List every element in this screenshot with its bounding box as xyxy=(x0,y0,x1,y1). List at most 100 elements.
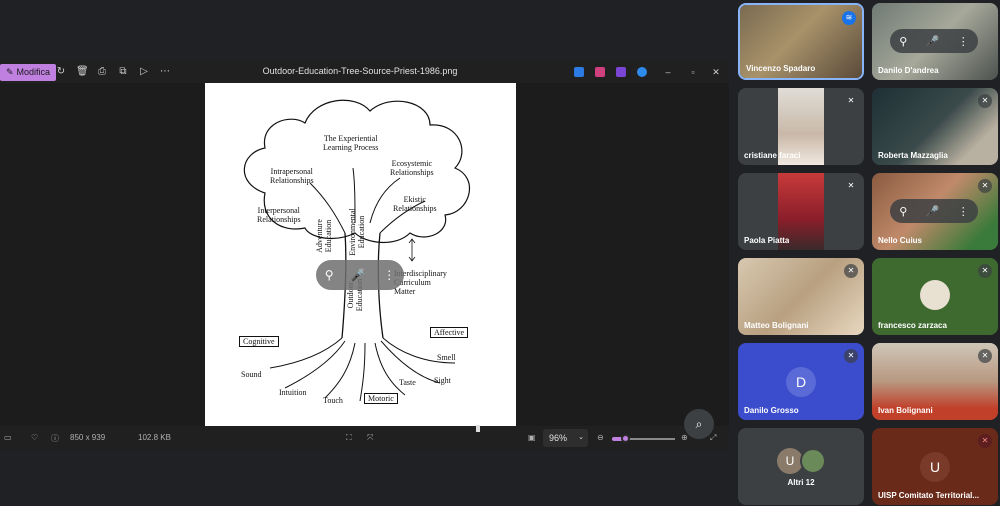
minimize-icon[interactable]: – xyxy=(661,65,675,79)
chevron-down-icon: ⌄ xyxy=(578,434,584,441)
rotate-icon[interactable]: ↻ xyxy=(55,66,67,78)
more-vert-icon[interactable]: ⋮ xyxy=(958,205,969,218)
participant-tile[interactable]: ⚲ 🎤 ⋮ ✕ Nello Cuius xyxy=(872,173,998,250)
participant-name: Danilo Grosso xyxy=(744,406,799,415)
file-name: Outdoor-Education-Tree-Source-Priest-198… xyxy=(262,66,458,76)
mic-off-icon: ✕ xyxy=(844,264,858,278)
info-icon[interactable]: ⓘ xyxy=(51,433,59,444)
label-sound: Sound xyxy=(241,370,262,379)
participant-name: Nello Cuius xyxy=(878,236,923,245)
participant-name: Matteo Bolignani xyxy=(744,321,809,330)
fit-icon[interactable]: ⛶ xyxy=(346,433,352,443)
participant-tile[interactable]: ✕ francesco zarzaca xyxy=(872,258,998,335)
mouse-cursor xyxy=(476,425,480,432)
label-cognitive: Cognitive xyxy=(239,336,279,347)
maximize-icon[interactable]: ▫ xyxy=(686,65,700,79)
zoom-level-value: 96% xyxy=(549,433,568,443)
pin-icon[interactable]: ⚲ xyxy=(899,205,907,218)
app-icon-3[interactable] xyxy=(616,67,626,77)
photo-viewer-window: ✎ Modifica ↻ 🗑 ⎙ ⧉ ▷ ⋯ Outdoor-Education… xyxy=(0,61,729,450)
pin-icon[interactable]: ⚲ xyxy=(899,35,907,48)
mic-off-icon[interactable]: 🎤 xyxy=(926,205,940,218)
slideshow-icon[interactable]: ▷ xyxy=(138,66,150,78)
file-size: 102.8 KB xyxy=(138,433,171,442)
pin-icon[interactable]: ⚲ xyxy=(325,268,334,282)
mic-off-icon: ✕ xyxy=(978,94,992,108)
zoom-out-icon[interactable]: ⊖ xyxy=(597,433,604,442)
participant-tile[interactable]: U ✕ UISP Comitato Territorial... xyxy=(872,428,998,505)
mic-icon[interactable]: 🎤 xyxy=(926,35,940,48)
label-smell: Smell xyxy=(437,353,456,362)
magnifier-icon[interactable]: ⌕ xyxy=(684,409,714,439)
participant-tile[interactable]: ✕ Roberta Mazzaglia xyxy=(872,88,998,165)
label-ecosystemic: Ecosystemic Relationships xyxy=(390,159,434,177)
participant-name: cristiane faraci xyxy=(744,151,801,160)
speaking-indicator-icon: ≋ xyxy=(842,11,856,25)
onedrive-icon[interactable] xyxy=(637,67,647,77)
avatar: U xyxy=(920,452,950,482)
label-experiential: The Experiential Learning Process xyxy=(323,134,379,152)
mic-off-icon: ✕ xyxy=(978,434,992,448)
participant-tile[interactable]: ≋ Vincenzo Spadaro xyxy=(738,3,864,80)
participant-name: Paola Piatta xyxy=(744,236,790,245)
image-canvas[interactable]: The Experiential Learning Process Ecosys… xyxy=(0,83,729,426)
print-icon[interactable]: ⎙ xyxy=(96,66,108,78)
label-ekistic: Ekistic Relationships xyxy=(393,195,437,213)
screen: ✎ Modifica ↻ 🗑 ⎙ ⧉ ▷ ⋯ Outdoor-Education… xyxy=(0,0,1000,506)
favorite-icon[interactable]: ♡ xyxy=(31,433,38,442)
tile-hover-controls[interactable]: ⚲ 🎤 ⋮ xyxy=(316,260,404,290)
edit-icon: ✎ xyxy=(6,67,14,77)
filmstrip-icon[interactable]: ▭ xyxy=(4,433,12,442)
actual-size-icon[interactable]: ⤧ xyxy=(367,433,373,443)
viewer-status-bar: ▭ ♡ ⓘ 850 x 939 102.8 KB ⛶ ⤧ ▣ 96% ⌄ ⊖ ⊕… xyxy=(0,426,729,450)
label-touch: Touch xyxy=(323,396,343,405)
zoom-slider-thumb[interactable] xyxy=(620,434,630,443)
label-sight: Sight xyxy=(434,376,451,385)
fullscreen-icon[interactable]: ⤢ xyxy=(710,433,716,443)
label-interpersonal: Interpersonal Relationships xyxy=(257,206,301,224)
mic-off-icon: ✕ xyxy=(978,349,992,363)
tile-hover-controls[interactable]: ⚲ 🎤 ⋮ xyxy=(890,29,978,53)
others-tile[interactable]: U Altri 12 xyxy=(738,428,864,505)
mic-off-icon: ✕ xyxy=(844,94,858,108)
crop-icon[interactable]: ⧉ xyxy=(117,66,129,78)
participant-tile[interactable]: ✕ cristiane faraci xyxy=(738,88,864,165)
edit-button[interactable]: ✎ Modifica xyxy=(0,64,57,81)
label-environmental: Environmental Education xyxy=(347,208,366,256)
more-vert-icon[interactable]: ⋮ xyxy=(383,268,395,282)
participant-name: Danilo D'andrea xyxy=(878,66,939,75)
participant-name: Vincenzo Spadaro xyxy=(746,64,816,73)
participant-tile[interactable]: D ✕ Danilo Grosso xyxy=(738,343,864,420)
mic-off-icon: ✕ xyxy=(978,179,992,193)
participant-name: francesco zarzaca xyxy=(878,321,947,330)
participant-name: Ivan Bolignani xyxy=(878,406,933,415)
tile-hover-controls[interactable]: ⚲ 🎤 ⋮ xyxy=(890,199,978,223)
participant-tile[interactable]: ✕ Paola Piatta xyxy=(738,173,864,250)
mic-off-icon: ✕ xyxy=(844,179,858,193)
zoom-in-icon[interactable]: ⊕ xyxy=(681,433,688,442)
label-affective: Affective xyxy=(430,327,469,338)
app-icon-1[interactable] xyxy=(574,67,584,77)
tree-diagram-image: The Experiential Learning Process Ecosys… xyxy=(205,83,516,426)
participant-name: UISP Comitato Territorial... xyxy=(878,491,980,500)
label-adventure: Adventure Education xyxy=(314,219,333,253)
mic-off-icon[interactable]: 🎤 xyxy=(351,268,366,282)
delete-icon[interactable]: 🗑 xyxy=(76,66,89,78)
more-icon[interactable]: ⋯ xyxy=(159,66,171,78)
label-taste: Taste xyxy=(399,378,416,387)
avatar xyxy=(920,280,950,310)
image-dimensions: 850 x 939 xyxy=(70,433,106,442)
viewer-toolbar: ✎ Modifica ↻ 🗑 ⎙ ⧉ ▷ ⋯ Outdoor-Education… xyxy=(0,61,729,83)
participant-tile[interactable]: ⚲ 🎤 ⋮ Danilo D'andrea xyxy=(872,3,998,80)
app-icon-2[interactable] xyxy=(595,67,605,77)
zoom-level-select[interactable]: 96% ⌄ xyxy=(543,429,588,447)
participant-name: Roberta Mazzaglia xyxy=(878,151,948,160)
avatar: D xyxy=(786,367,816,397)
screen-icon[interactable]: ▣ xyxy=(528,433,536,442)
close-icon[interactable]: ✕ xyxy=(709,65,723,79)
participant-tile[interactable]: ✕ Ivan Bolignani xyxy=(872,343,998,420)
label-motoric: Motoric xyxy=(364,393,398,404)
label-intrapersonal: Intrapersonal Relationships xyxy=(270,167,314,185)
participant-tile[interactable]: ✕ Matteo Bolignani xyxy=(738,258,864,335)
more-vert-icon[interactable]: ⋮ xyxy=(958,35,969,48)
